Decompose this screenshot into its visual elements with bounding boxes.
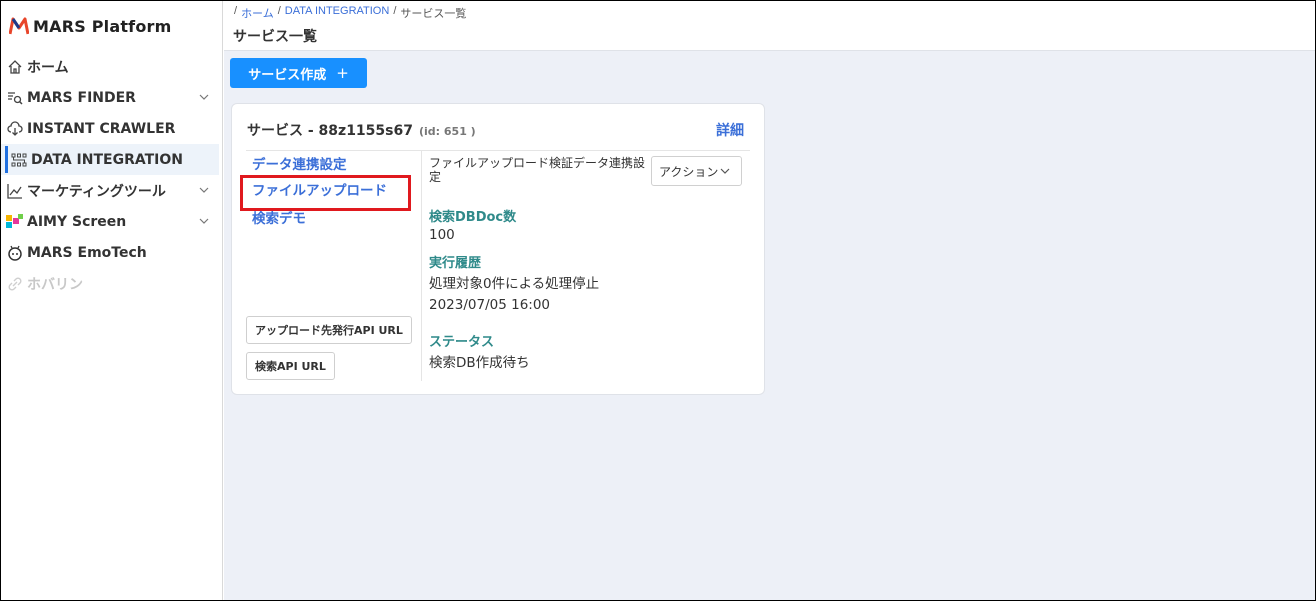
detail-link[interactable]: 詳細 — [716, 120, 744, 140]
sidebar-item-label: ホーム — [27, 59, 69, 76]
app-name: MARS Platform — [33, 16, 172, 36]
plus-icon: + — [336, 64, 349, 82]
service-links: データ連携設定 ファイルアップロード 検索デモ — [240, 154, 411, 235]
sidebar: MARS Platform ホーム MARS FINDER INSTANT CR… — [1, 1, 223, 600]
service-name: サービス - 88z1155s67 — [247, 123, 413, 139]
divider — [421, 151, 422, 381]
sidebar-item-label: マーケティングツール — [27, 183, 166, 200]
sidebar-item-mars-finder[interactable]: MARS FINDER — [1, 82, 223, 113]
app-window: MARS Platform ホーム MARS FINDER INSTANT CR… — [0, 0, 1316, 601]
sidebar-item-home[interactable]: ホーム — [1, 51, 223, 82]
home-icon — [6, 58, 24, 76]
data-integration-settings-link[interactable]: データ連携設定 — [252, 154, 408, 181]
sidebar-item-label: AIMY Screen — [27, 213, 127, 230]
action-dropdown-value: アクション — [659, 164, 719, 179]
chevron-down-icon[interactable] — [197, 90, 211, 104]
sidebar-item-label: ホバリン — [27, 276, 83, 293]
file-upload-link[interactable]: ファイルアップロード — [240, 175, 411, 211]
service-card: サービス - 88z1155s67 (id: 651 ) 詳細 データ連携設定 … — [231, 103, 765, 395]
action-dropdown[interactable]: アクション — [651, 156, 742, 186]
breadcrumb-separator: / — [277, 5, 281, 17]
link-icon — [6, 275, 24, 293]
breadcrumb-home-link[interactable]: ホーム — [241, 5, 274, 21]
service-id: (id: 651 ) — [418, 125, 476, 138]
sidebar-item-label: INSTANT CRAWLER — [27, 120, 176, 137]
mars-logo-icon — [9, 17, 29, 35]
page-header: / ホーム / DATA INTEGRATION / サービス一覧 サービス一覧 — [224, 1, 1315, 51]
doc-count-value: 100 — [429, 227, 455, 243]
page-title: サービス一覧 — [233, 29, 317, 45]
breadcrumb-data-integration-link[interactable]: DATA INTEGRATION — [285, 5, 390, 21]
breadcrumb: / ホーム / DATA INTEGRATION / サービス一覧 — [234, 5, 466, 21]
app-logo[interactable]: MARS Platform — [9, 13, 172, 39]
sidebar-item-hobarin: ホバリン — [1, 268, 223, 299]
chevron-down-icon[interactable] — [197, 183, 211, 197]
create-service-label: サービス作成 — [248, 67, 327, 83]
doc-count-label: 検索DBDoc数 — [429, 210, 517, 225]
sidebar-nav: ホーム MARS FINDER INSTANT CRAWLER DATA INT… — [1, 51, 223, 299]
sidebar-item-data-integration[interactable]: DATA INTEGRATION — [1, 144, 219, 175]
upload-settings-title: ファイルアップロード検証データ連携設定 — [429, 156, 646, 184]
chart-icon — [6, 182, 24, 200]
emotech-icon — [6, 244, 24, 262]
status-value: 検索DB作成待ち — [429, 355, 530, 371]
history-label: 実行履歴 — [429, 256, 482, 271]
chevron-down-icon[interactable] — [197, 214, 211, 228]
chevron-down-icon — [720, 168, 730, 174]
sidebar-item-aimy-screen[interactable]: AIMY Screen — [1, 206, 223, 237]
search-api-url-button[interactable]: 検索API URL — [246, 352, 335, 380]
sidebar-item-label: DATA INTEGRATION — [31, 151, 183, 168]
sidebar-item-label: MARS EmoTech — [27, 244, 147, 261]
sidebar-item-instant-crawler[interactable]: INSTANT CRAWLER — [1, 113, 223, 144]
history-time: 2023/07/05 16:00 — [429, 297, 551, 313]
sidebar-item-label: MARS FINDER — [27, 89, 136, 106]
breadcrumb-current: サービス一覧 — [400, 8, 467, 20]
sidebar-item-mars-emotech[interactable]: MARS EmoTech — [1, 237, 223, 268]
data-grid-icon — [10, 151, 28, 169]
search-list-icon — [6, 89, 24, 107]
create-service-button[interactable]: サービス作成 + — [230, 58, 367, 88]
cloud-download-icon — [6, 120, 24, 138]
breadcrumb-separator: / — [393, 5, 397, 17]
breadcrumb-separator: / — [234, 5, 238, 17]
main-content: / ホーム / DATA INTEGRATION / サービス一覧 サービス一覧… — [224, 1, 1315, 600]
service-card-title: サービス - 88z1155s67 (id: 651 ) — [247, 120, 476, 140]
status-label: ステータス — [429, 335, 495, 350]
aimy-icon — [6, 213, 24, 231]
sidebar-item-marketing-tools[interactable]: マーケティングツール — [1, 175, 223, 206]
history-value: 処理対象0件による処理停止 — [429, 276, 600, 292]
upload-api-url-button[interactable]: アップロード先発行API URL — [246, 316, 412, 344]
search-demo-link[interactable]: 検索デモ — [252, 208, 408, 235]
divider — [246, 150, 750, 151]
